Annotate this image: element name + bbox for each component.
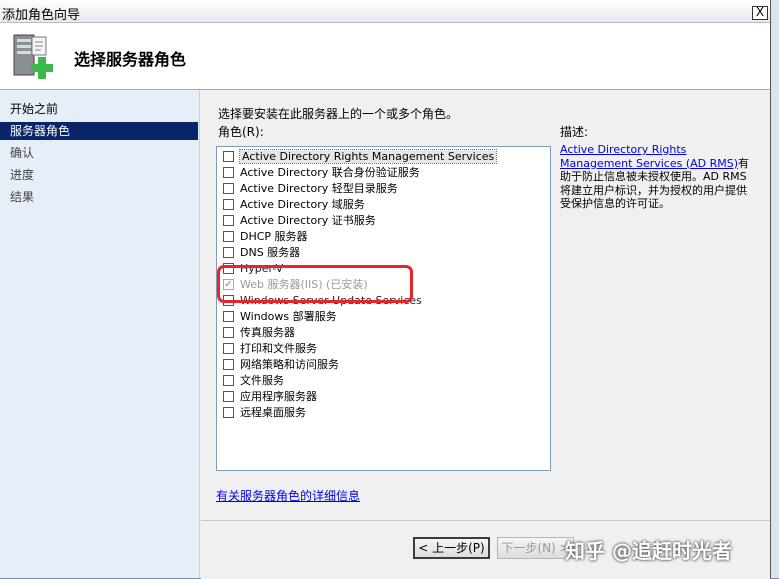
- role-item-print-file[interactable]: 打印和文件服务: [223, 341, 317, 357]
- role-item-ad-lds[interactable]: Active Directory 轻型目录服务: [223, 181, 398, 197]
- wizard-header: 选择服务器角色: [0, 23, 770, 90]
- roles-label: 角色(R):: [218, 125, 264, 139]
- roles-listbox[interactable]: Active Directory Rights Management Servi…: [216, 146, 551, 471]
- role-checkbox[interactable]: [223, 198, 234, 210]
- role-item-file-services[interactable]: 文件服务: [223, 373, 284, 389]
- role-item-fax-server[interactable]: 传真服务器: [223, 325, 295, 341]
- role-checkbox[interactable]: [223, 358, 234, 370]
- role-checkbox[interactable]: [223, 166, 234, 178]
- background-window-edge: [771, 0, 779, 578]
- watermark-text: 知乎 @追赶时光者: [565, 539, 732, 563]
- role-checkbox[interactable]: [223, 150, 234, 162]
- role-item-npas[interactable]: 网络策略和访问服务: [223, 357, 339, 373]
- role-checkbox[interactable]: [223, 342, 234, 354]
- instruction-text: 选择要安装在此服务器上的一个或多个角色。: [218, 107, 459, 121]
- role-checkbox[interactable]: [223, 406, 234, 418]
- role-item-app-server[interactable]: 应用程序服务器: [223, 389, 317, 405]
- role-checkbox[interactable]: [223, 390, 234, 402]
- role-item-ad-fs[interactable]: Active Directory 联合身份验证服务: [223, 165, 420, 181]
- page-title: 选择服务器角色: [74, 50, 187, 69]
- role-checkbox[interactable]: [223, 374, 234, 386]
- role-checkbox[interactable]: [223, 326, 234, 338]
- nav-step-before-you-begin[interactable]: 开始之前: [0, 100, 198, 118]
- role-item-ad-ds[interactable]: Active Directory 域服务: [223, 197, 365, 213]
- role-item-dns[interactable]: DNS 服务器: [223, 245, 300, 261]
- title-bar[interactable]: 添加角色向导 X: [0, 0, 770, 23]
- more-info-link[interactable]: 有关服务器角色的详细信息: [216, 487, 360, 504]
- nav-step-confirmation: 确认: [10, 146, 35, 160]
- role-item-ad-rms[interactable]: Active Directory Rights Management Servi…: [223, 149, 498, 165]
- server-add-icon: [13, 34, 53, 79]
- window-title: 添加角色向导: [2, 8, 81, 23]
- role-item-dhcp[interactable]: DHCP 服务器: [223, 229, 308, 245]
- role-checkbox[interactable]: [223, 182, 234, 194]
- description-body: Active Directory Rights Management Servi…: [560, 143, 750, 211]
- next-button: 下一步(N) >: [497, 537, 574, 559]
- red-annotation-box: [217, 265, 413, 303]
- description-role-link[interactable]: Active Directory Rights Management Servi…: [560, 143, 738, 170]
- role-checkbox[interactable]: [223, 230, 234, 242]
- role-checkbox[interactable]: [223, 246, 234, 258]
- wizard-steps-pane: 开始之前 服务器角色 确认 进度 结果: [0, 90, 200, 578]
- close-button[interactable]: X: [752, 6, 768, 20]
- role-checkbox[interactable]: [223, 214, 234, 226]
- role-item-remote-desktop[interactable]: 远程桌面服务: [223, 405, 306, 421]
- role-checkbox[interactable]: [223, 310, 234, 322]
- nav-step-progress: 进度: [10, 168, 35, 182]
- nav-step-results: 结果: [10, 190, 35, 204]
- back-button[interactable]: < 上一步(P): [413, 537, 490, 559]
- nav-step-server-roles[interactable]: 服务器角色: [0, 122, 198, 140]
- role-item-wds[interactable]: Windows 部署服务: [223, 309, 337, 325]
- role-item-ad-cs[interactable]: Active Directory 证书服务: [223, 213, 376, 229]
- wizard-content: 选择要安装在此服务器上的一个或多个角色。 角色(R): Active Direc…: [201, 90, 770, 520]
- description-title: 描述:: [560, 125, 589, 139]
